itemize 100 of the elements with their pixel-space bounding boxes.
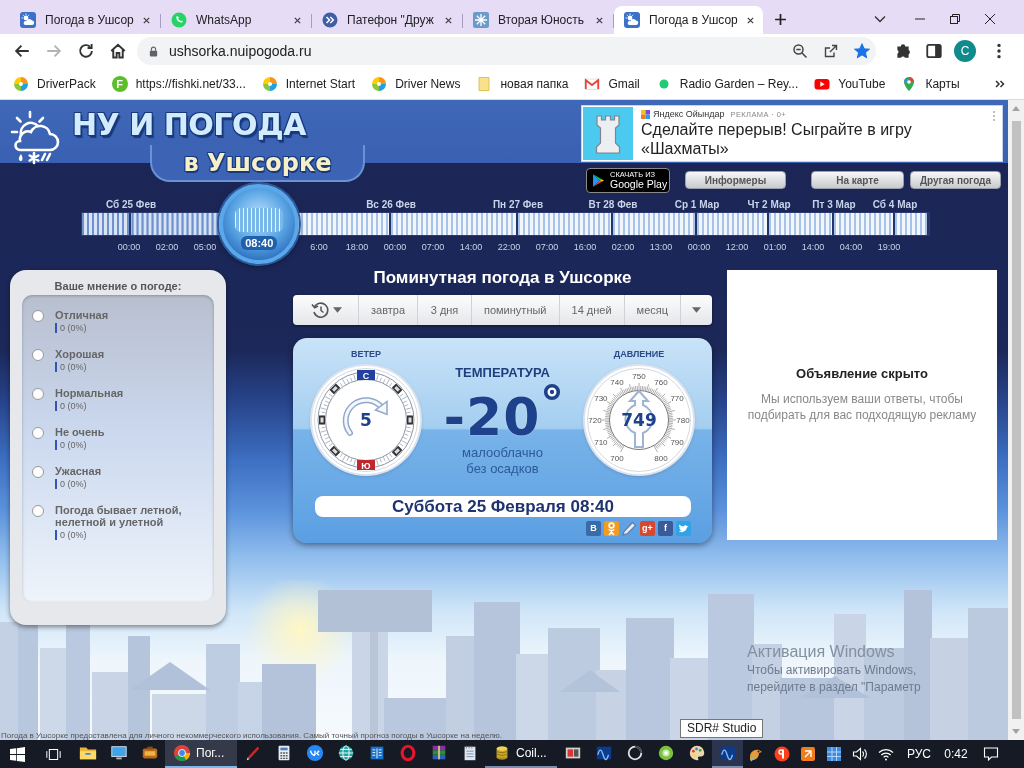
option-label[interactable]: Погода бывает летной, нелетной и улетной (55, 504, 205, 528)
start-menu-icon[interactable] (9, 746, 25, 762)
day-label[interactable]: Сб 4 Мар (872, 198, 918, 212)
result-count: 0 (0%) (60, 401, 87, 411)
home-icon[interactable] (109, 42, 127, 60)
bookmark[interactable]: Driver News (371, 75, 461, 92)
reload-icon[interactable] (77, 42, 95, 60)
close-icon[interactable] (142, 15, 151, 25)
option-label[interactable]: Нормальная (55, 387, 205, 399)
taskbar-app[interactable]: Coil... (485, 740, 557, 768)
knob-display-drawing (235, 208, 284, 232)
share-button[interactable]: g+ (640, 521, 655, 536)
radio-button[interactable] (32, 466, 44, 478)
envelope-icon (584, 75, 601, 92)
scrollbar-thumb[interactable] (1011, 121, 1021, 719)
address-bar[interactable]: ushsorka.nuipogoda.ru (137, 37, 876, 65)
header-button[interactable]: На карте (811, 171, 904, 189)
arrow-tile-icon[interactable] (800, 746, 816, 762)
forecast-tab[interactable]: 14 дней (558, 295, 624, 325)
browser-tab[interactable]: Патефон "Друж (312, 6, 461, 34)
timeline-knob[interactable]: 08:40 (219, 184, 300, 264)
day-label[interactable]: Пн 27 Фев (492, 198, 544, 212)
scrollbar[interactable] (1008, 100, 1024, 740)
back-arrow-icon[interactable] (13, 42, 31, 60)
bookmark[interactable]: DriverPack (13, 75, 96, 92)
radio-button[interactable] (32, 505, 44, 517)
restore-icon[interactable] (950, 14, 960, 24)
radio-button[interactable] (32, 349, 44, 361)
forecast-tab[interactable]: поминутный (471, 295, 559, 325)
wifi-icon[interactable] (878, 746, 894, 762)
header-button[interactable]: Другая погода (910, 171, 1001, 189)
puzzle-icon[interactable] (894, 42, 912, 60)
close-icon[interactable] (444, 15, 453, 25)
scale-label: 800 (654, 454, 668, 464)
option-label[interactable]: Не очень (55, 426, 205, 438)
radio-button[interactable] (32, 388, 44, 400)
radio-button[interactable] (32, 427, 44, 439)
browser-tab[interactable]: Погода в Ушсор (10, 6, 159, 34)
option-label[interactable]: Ужасная (55, 465, 205, 477)
close-icon[interactable] (746, 15, 755, 25)
browser-tab[interactable]: WhatsApp (161, 6, 310, 34)
forecast-tab[interactable]: завтра (358, 295, 418, 325)
grid-icon[interactable] (826, 746, 842, 762)
timeline-track[interactable] (81, 212, 930, 236)
lock-icon[interactable] (147, 44, 160, 58)
scale-label: 780 (676, 416, 690, 425)
header-button[interactable]: Информеры (685, 171, 786, 189)
bookmark[interactable]: Карты (901, 75, 960, 92)
day-label[interactable]: Пт 3 Мар (812, 198, 856, 212)
day-label[interactable]: Вс 26 Фев (366, 198, 416, 212)
bookmark[interactable]: YouTube (814, 75, 886, 92)
share-icon[interactable] (823, 43, 839, 59)
poll-title: Ваше мнение о погоде: (54, 279, 182, 294)
forecast-tab[interactable]: 3 дня (417, 295, 471, 325)
site-logo-subtitle[interactable]: в Ушсорке (150, 145, 365, 182)
close-icon[interactable] (293, 15, 302, 25)
clock[interactable]: 0:42 (939, 747, 973, 761)
scale-label: 710 (594, 438, 608, 447)
bookmark[interactable]: F https://fishki.net/33... (111, 75, 246, 92)
new-tab-icon[interactable] (774, 13, 787, 26)
bookmark[interactable]: Internet Start (261, 75, 356, 92)
task-view-icon[interactable] (45, 746, 61, 762)
day-label[interactable]: Сб 25 Фев (105, 198, 157, 212)
zoom-out-icon[interactable] (792, 43, 808, 59)
round-logo-icon[interactable] (774, 746, 790, 762)
taskbar-app[interactable]: Пог... (165, 740, 237, 768)
circle-logo-icon (305, 744, 324, 762)
profile-avatar[interactable]: C (954, 40, 976, 62)
time-label: 14:00 (800, 241, 826, 254)
caret-down-icon[interactable] (874, 15, 886, 23)
browser-tab[interactable]: Вторая Юность (463, 6, 612, 34)
day-label[interactable]: Вт 28 Фев (588, 198, 638, 212)
site-logo-title[interactable]: НУ И ПОГОДА (72, 100, 365, 145)
close-icon[interactable] (595, 15, 604, 25)
volume-icon[interactable] (852, 746, 868, 762)
browser-tab[interactable]: Погода в Ушсор (614, 6, 763, 34)
weather-logo-icon[interactable] (10, 109, 62, 165)
forecast-tab[interactable]: месяц (623, 295, 680, 325)
star-icon[interactable] (854, 43, 870, 59)
temperature-value: -20 (443, 389, 541, 445)
share-button[interactable]: f (658, 521, 673, 536)
share-button[interactable]: В (586, 521, 601, 536)
time-label: 19:00 (876, 241, 902, 254)
ad-headline[interactable]: Сделайте перерыв! Сыграйте в игру «Шахматы» (641, 120, 986, 158)
scale-label: 740 (610, 377, 624, 387)
radio-button[interactable] (32, 310, 44, 322)
side-panel-icon[interactable] (925, 42, 943, 60)
chess-rook-icon[interactable] (583, 107, 633, 160)
folder-icon (476, 75, 493, 92)
close-icon[interactable] (985, 14, 995, 24)
bookmark[interactable]: Radio Garden – Rey... (655, 75, 799, 92)
day-label[interactable]: Ср 1 Мар (674, 198, 720, 212)
notification-icon[interactable] (983, 746, 999, 762)
pencil-icon[interactable] (622, 521, 637, 536)
bookmark[interactable]: новая папка (476, 75, 569, 92)
day-label[interactable]: Чт 2 Мар (747, 198, 791, 212)
more-chevron-icon[interactable] (994, 77, 1006, 90)
language-indicator[interactable]: РУС (899, 747, 939, 761)
option-label[interactable]: Хорошая (55, 348, 205, 360)
bookmark[interactable]: Gmail (584, 75, 640, 92)
